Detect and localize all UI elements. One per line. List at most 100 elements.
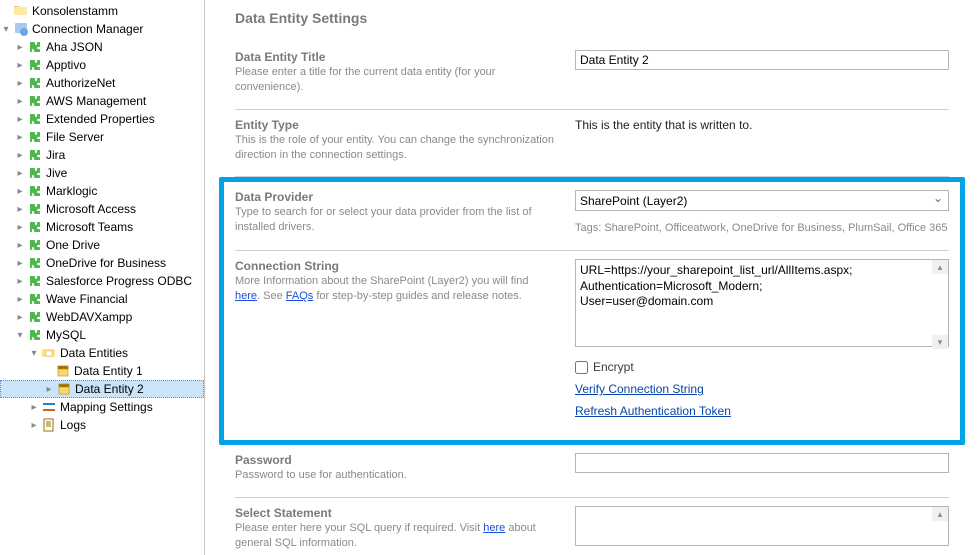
selectstmt-textarea[interactable] (575, 506, 949, 546)
expand-icon[interactable] (14, 185, 26, 197)
tree-connection[interactable]: AWS Management (0, 92, 204, 110)
tree-connection-label: AWS Management (46, 94, 146, 108)
tree-connection[interactable]: Microsoft Access (0, 200, 204, 218)
expand-icon[interactable] (28, 419, 40, 431)
encrypt-checkbox-row[interactable]: Encrypt (575, 360, 949, 374)
tree-connection[interactable]: Apptivo (0, 56, 204, 74)
expand-icon[interactable] (28, 401, 40, 413)
expand-icon[interactable] (14, 149, 26, 161)
tree-connection-label: Marklogic (46, 184, 97, 198)
tree-connection[interactable]: Aha JSON (0, 38, 204, 56)
tree-entity-2[interactable]: Data Entity 2 (0, 380, 204, 398)
tree-logs[interactable]: Logs (0, 416, 204, 434)
connection-icon (27, 129, 43, 145)
connection-icon (27, 201, 43, 217)
connection-icon (27, 237, 43, 253)
tree-connection[interactable]: Salesforce Progress ODBC (0, 272, 204, 290)
selectstmt-here-link[interactable]: here (483, 522, 505, 534)
tree-connection-label: One Drive (46, 238, 100, 252)
tree-connection[interactable]: File Server (0, 128, 204, 146)
provider-tags: Tags: SharePoint, Officeatwork, OneDrive… (575, 221, 949, 236)
connection-icon (27, 75, 43, 91)
expand-icon[interactable] (14, 59, 26, 71)
expand-icon[interactable] (14, 167, 26, 179)
tree-connection[interactable]: Microsoft Teams (0, 218, 204, 236)
expand-icon[interactable] (0, 23, 12, 35)
entity-type-desc: This is the role of your entity. You can… (235, 133, 555, 163)
expand-icon[interactable] (14, 131, 26, 143)
expand-icon[interactable] (14, 257, 26, 269)
refresh-token-link[interactable]: Refresh Authentication Token (575, 404, 731, 418)
expand-icon[interactable] (14, 293, 26, 305)
selectstmt-desc: Please enter here your SQL query if requ… (235, 521, 555, 551)
connection-icon (27, 39, 43, 55)
tree-connection-label: WebDAVXampp (46, 310, 132, 324)
folder-icon (13, 3, 29, 19)
tree-connection[interactable]: MySQL (0, 326, 204, 344)
encrypt-checkbox[interactable] (575, 361, 588, 374)
connstr-textarea[interactable] (575, 259, 949, 347)
entity1-label: Data Entity 1 (74, 364, 143, 378)
tree-connection[interactable]: Jira (0, 146, 204, 164)
provider-desc: Type to search for or select your data p… (235, 205, 555, 235)
expand-icon[interactable] (14, 275, 26, 287)
tree-connection-label: Apptivo (46, 58, 86, 72)
tree-root-label: Konsolenstamm (32, 4, 118, 18)
tree-connection[interactable]: Wave Financial (0, 290, 204, 308)
verify-connstr-link[interactable]: Verify Connection String (575, 382, 704, 396)
expand-icon[interactable] (14, 221, 26, 233)
collapse-icon[interactable] (14, 329, 26, 341)
tree-connection-label: Jira (46, 148, 65, 162)
tree-mapping[interactable]: Mapping Settings (0, 398, 204, 416)
tree-connection-label: Aha JSON (46, 40, 103, 54)
entity-type-heading: Entity Type (235, 118, 555, 132)
scroll-down-icon[interactable]: ▾ (932, 335, 948, 349)
connection-icon (27, 183, 43, 199)
tree-connection-label: File Server (46, 130, 104, 144)
tree-entity-1[interactable]: Data Entity 1 (0, 362, 204, 380)
connection-icon (27, 273, 43, 289)
provider-select[interactable]: SharePoint (Layer2) (575, 190, 949, 211)
entity-title-heading: Data Entity Title (235, 50, 555, 64)
connstr-here-link[interactable]: here (235, 290, 257, 302)
expand-icon[interactable] (14, 77, 26, 89)
tree-connection[interactable]: Jive (0, 164, 204, 182)
logs-icon (41, 417, 57, 433)
tree-connection-manager[interactable]: Connection Manager (0, 20, 204, 38)
password-input[interactable] (575, 453, 949, 473)
connection-icon (27, 219, 43, 235)
expand-icon[interactable] (14, 41, 26, 53)
expand-icon[interactable] (14, 239, 26, 251)
connection-icon (27, 291, 43, 307)
scroll-up-icon[interactable]: ▴ (932, 507, 948, 521)
expand-icon[interactable] (14, 203, 26, 215)
tree-connection[interactable]: WebDAVXampp (0, 308, 204, 326)
entity-title-input[interactable] (575, 50, 949, 70)
entity2-label: Data Entity 2 (75, 382, 144, 396)
tree-connection[interactable]: Marklogic (0, 182, 204, 200)
tree-connection-label: OneDrive for Business (46, 256, 166, 270)
tree-connection[interactable]: OneDrive for Business (0, 254, 204, 272)
expand-icon[interactable] (14, 311, 26, 323)
tree-connection-label: Jive (46, 166, 67, 180)
entity-icon (56, 381, 72, 397)
scroll-up-icon[interactable]: ▴ (932, 260, 948, 274)
expand-icon[interactable] (14, 113, 26, 125)
connstr-faqs-link[interactable]: FAQs (286, 290, 314, 302)
password-desc: Password to use for authentication. (235, 468, 555, 483)
connection-icon (27, 147, 43, 163)
entity-title-desc: Please enter a title for the current dat… (235, 65, 555, 95)
tree-connection[interactable]: One Drive (0, 236, 204, 254)
tree-data-entities[interactable]: Data Entities (0, 344, 204, 362)
logs-label: Logs (60, 418, 86, 432)
tree-connection[interactable]: AuthorizeNet (0, 74, 204, 92)
expand-icon[interactable] (14, 95, 26, 107)
tree-connection-label: Wave Financial (46, 292, 128, 306)
collapse-icon[interactable] (28, 347, 40, 359)
expand-icon[interactable] (43, 383, 55, 395)
highlighted-box: Data Provider Type to search for or sele… (219, 177, 965, 445)
tree-connection-label: Extended Properties (46, 112, 155, 126)
tree-root[interactable]: Konsolenstamm (0, 2, 204, 20)
tree-connection-label: Microsoft Access (46, 202, 136, 216)
tree-connection[interactable]: Extended Properties (0, 110, 204, 128)
